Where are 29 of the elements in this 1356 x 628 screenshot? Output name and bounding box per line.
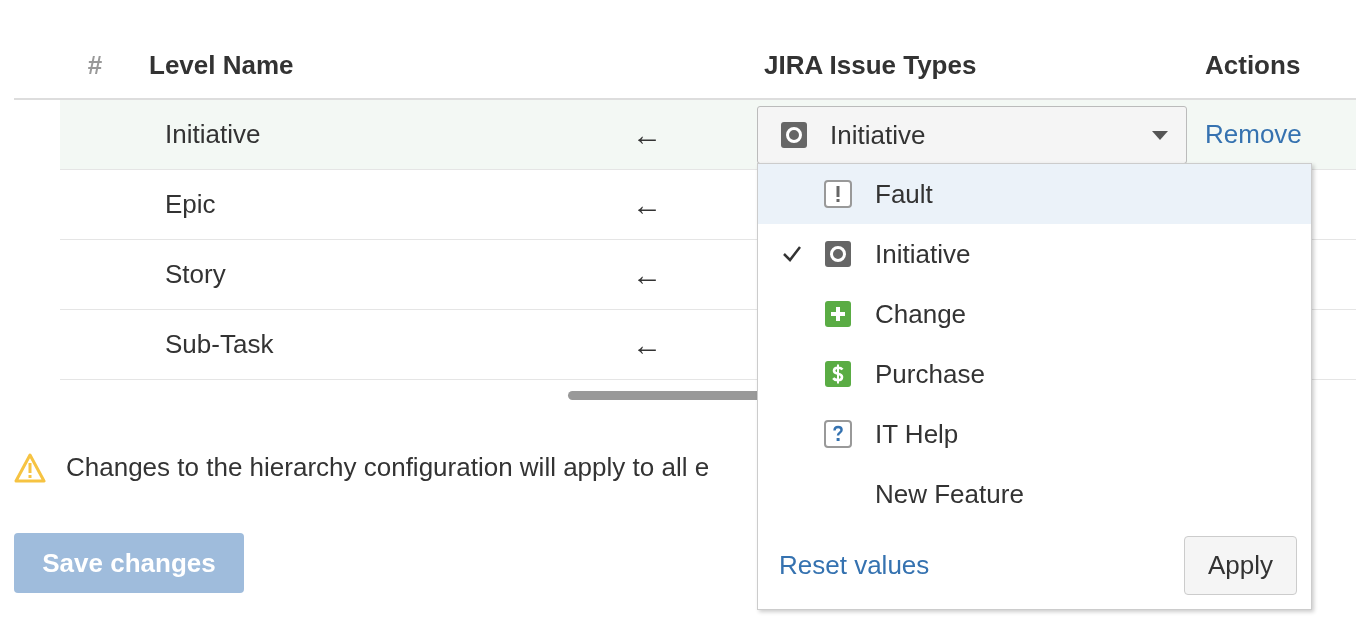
caret-icon xyxy=(1152,130,1168,140)
menu-item[interactable]: Purchase xyxy=(758,344,1311,404)
column-header: Actions xyxy=(1204,50,1302,82)
level-name: Sub-Task xyxy=(165,329,274,359)
menu-item[interactable]: Change xyxy=(758,284,1311,344)
plus-icon xyxy=(824,300,852,328)
apply-button[interactable]: Apply xyxy=(1184,536,1297,595)
question-icon xyxy=(824,420,852,448)
level-name: Epic xyxy=(165,189,216,219)
exclamation-icon xyxy=(824,180,852,208)
remove-link[interactable]: Remove xyxy=(1205,119,1302,149)
arrow-glyph: ← xyxy=(632,257,662,291)
arrow-glyph: ← xyxy=(632,117,662,151)
arrow-glyph: ← xyxy=(632,327,662,361)
dollar-icon xyxy=(824,360,852,388)
level-name: Story xyxy=(165,259,226,289)
reset-link[interactable]: Reset values xyxy=(779,550,930,581)
warning-message: Changes to the hierarchy configuration will apply to all e xyxy=(66,452,710,483)
menu-item[interactable]: IT Help xyxy=(758,404,1311,464)
level-name: Initiative xyxy=(165,119,261,149)
column-header: Level Name xyxy=(148,50,295,82)
menu-item[interactable]: New Feature xyxy=(758,464,1311,524)
warning-icon xyxy=(14,452,46,483)
column-header: # xyxy=(86,50,104,82)
menu-item[interactable]: Initiative xyxy=(758,224,1311,284)
menu-item[interactable]: Fault xyxy=(758,164,1311,224)
arrow-glyph: ← xyxy=(632,187,662,221)
column-header: JIRA Issue Types xyxy=(763,50,978,82)
issue-type-select[interactable]: Initiative xyxy=(757,106,1187,164)
